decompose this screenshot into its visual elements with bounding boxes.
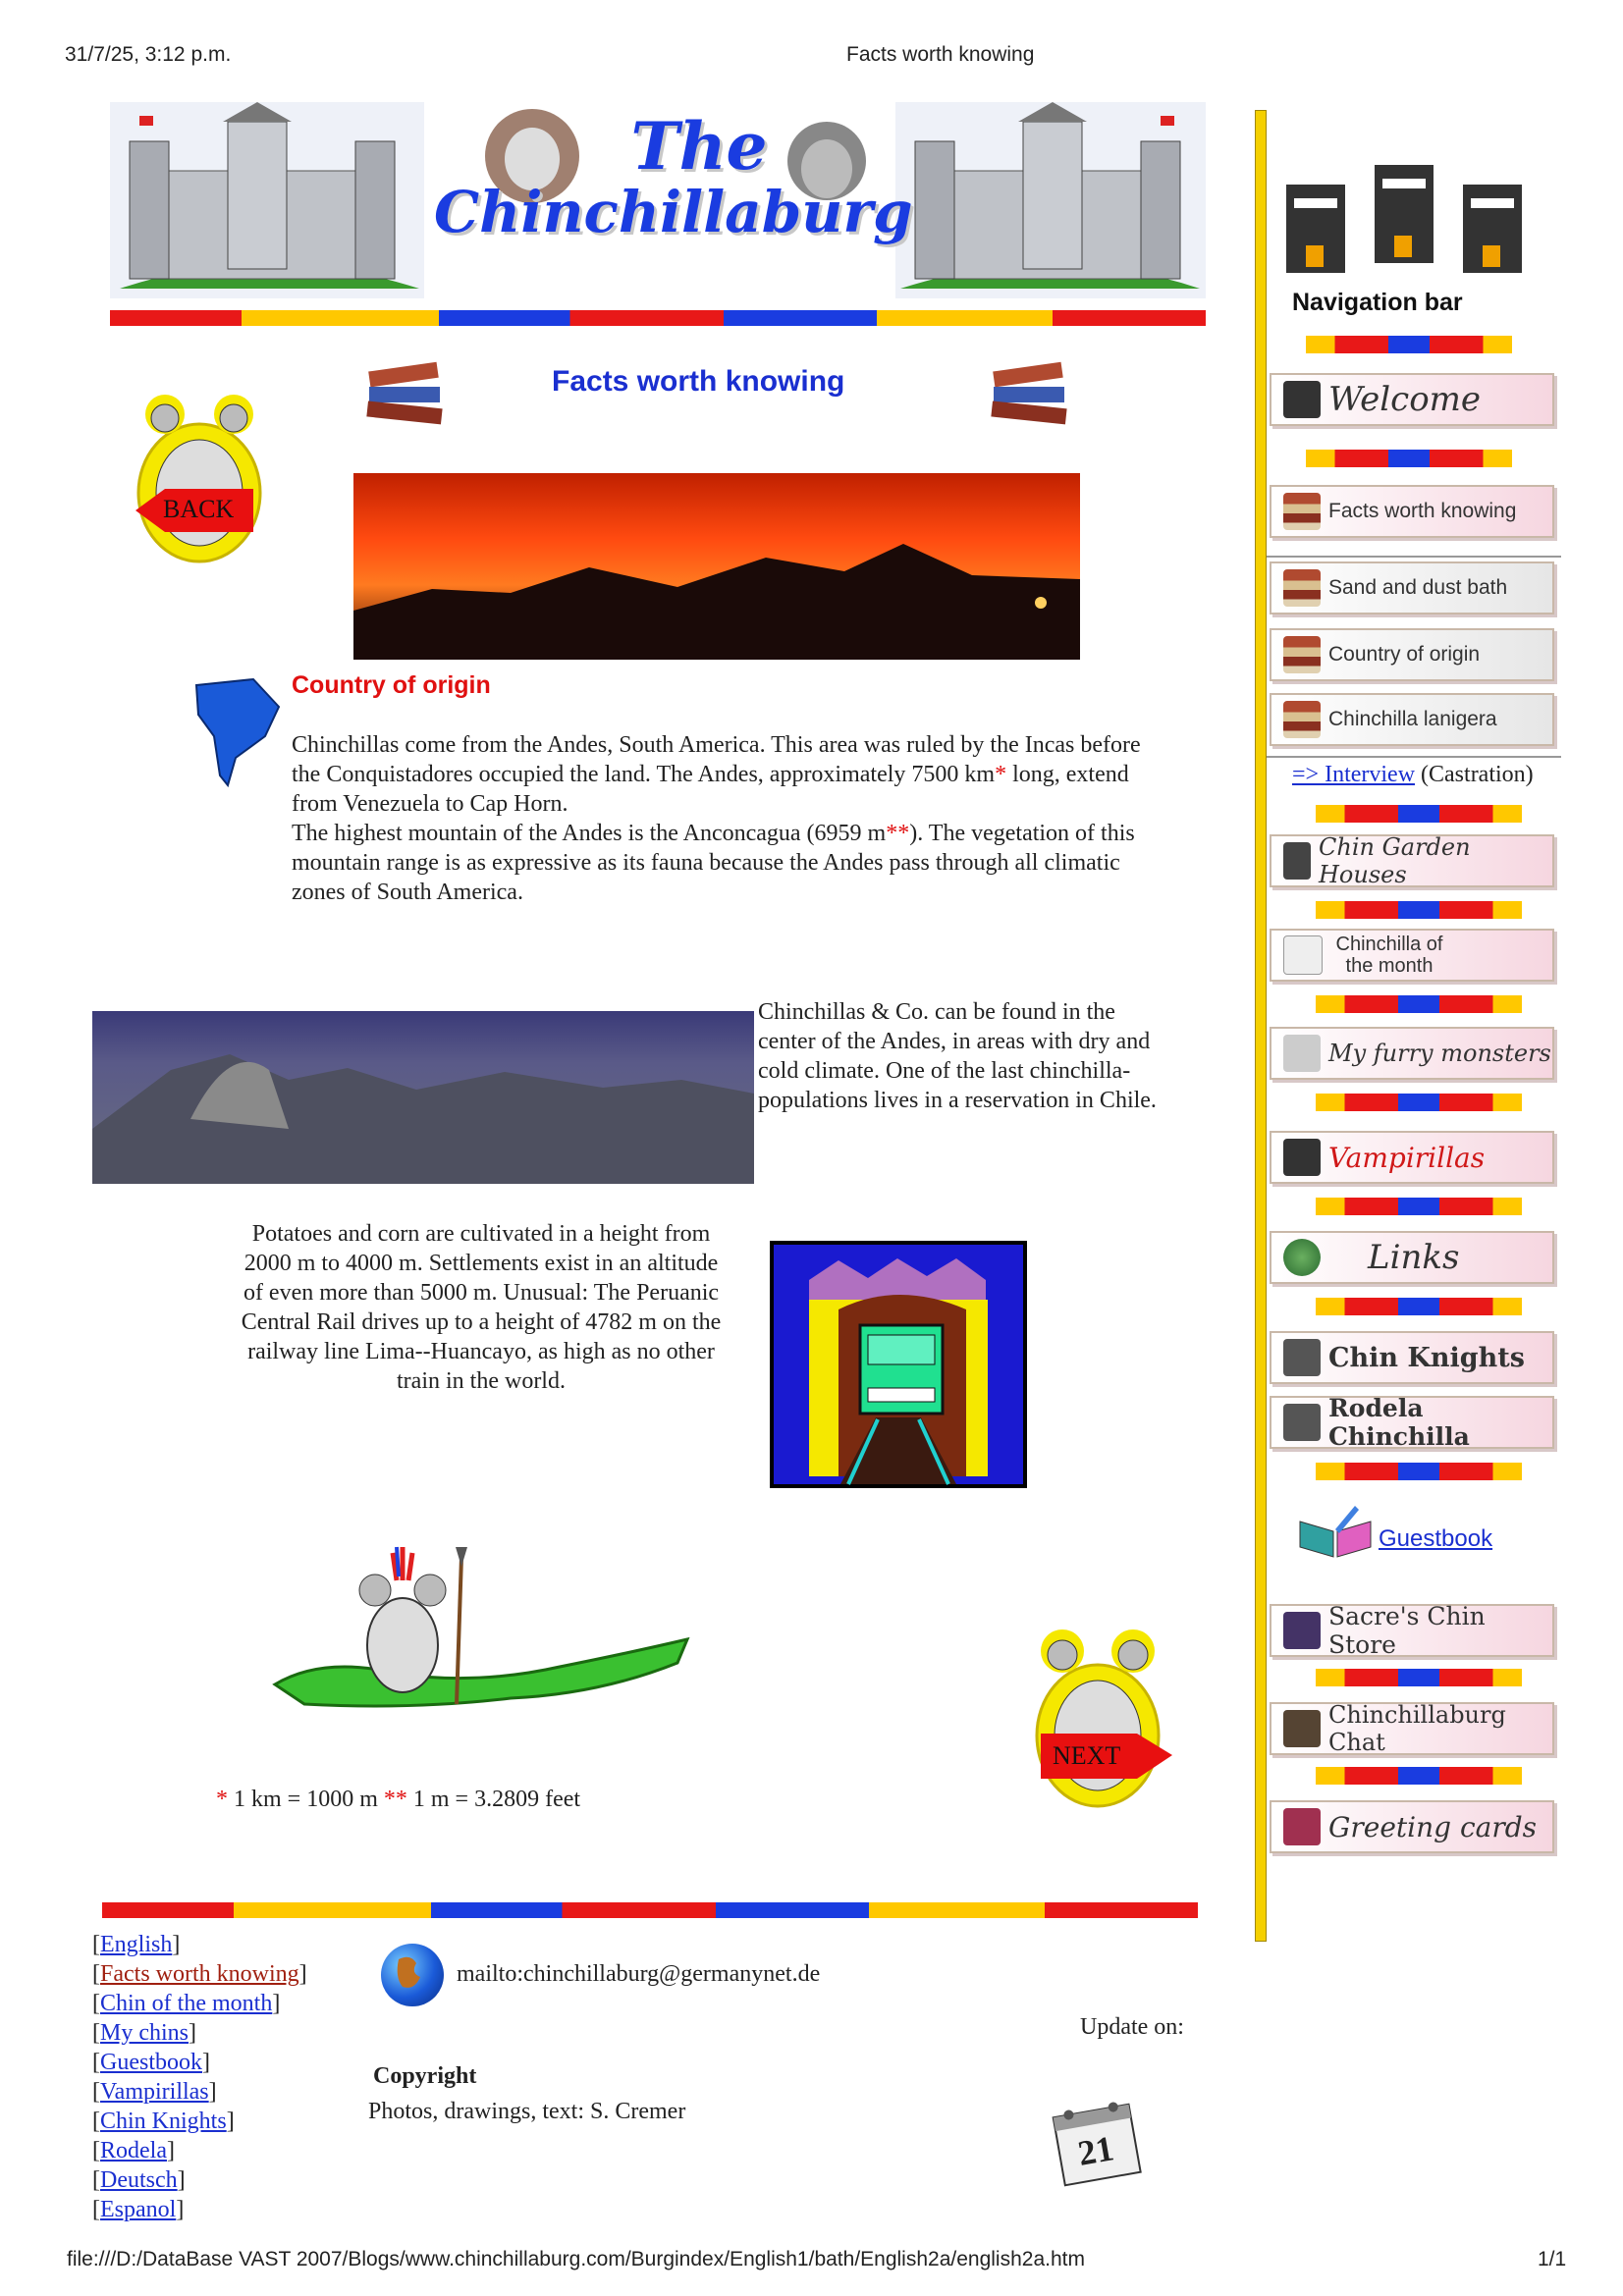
origin-paragraph: Chinchillas come from the Andes, South A… <box>292 732 1141 905</box>
nav-greeting-cards[interactable]: Greeting cards <box>1270 1800 1554 1853</box>
open-book-icon <box>1296 1502 1375 1561</box>
footer-link-chin-knights[interactable]: Chin Knights <box>100 2109 227 2134</box>
back-button[interactable]: BACK <box>116 385 283 567</box>
contact-email[interactable]: mailto:chinchillaburg@germanynet.de <box>457 1961 820 1988</box>
footer-language-links: [English] [Facts worth knowing] [Chin of… <box>92 1932 307 2222</box>
nav-yellow-rail <box>1255 110 1267 1942</box>
nav-rodela-chinchilla[interactable]: Rodela Chinchilla <box>1270 1394 1554 1451</box>
nav-chinchillaburg-chat[interactable]: Chinchillaburg Chat <box>1270 1701 1554 1756</box>
nav-interview: => Interview (Castration) <box>1292 762 1534 787</box>
books-icon-left <box>361 357 450 434</box>
nav-divider <box>1316 1669 1522 1686</box>
altitude-paragraph: Potatoes and corn are cultivated in a he… <box>241 1221 722 1394</box>
next-button[interactable]: NEXT <box>1011 1622 1188 1814</box>
header-banner: The Chinchillaburg <box>110 102 1206 303</box>
nav-sacres-chin-store[interactable]: Sacre's Chin Store <box>1270 1602 1554 1659</box>
globe-icon <box>1283 1239 1321 1276</box>
footer-link-facts[interactable]: Facts worth knowing <box>100 1961 299 1987</box>
nav-sand-bath[interactable]: Sand and dust bath <box>1270 561 1554 614</box>
chat-castle-icon <box>1283 1710 1321 1747</box>
nav-divider <box>1316 1094 1522 1111</box>
nav-my-furry-monsters[interactable]: My furry monsters <box>1270 1027 1554 1080</box>
section-title: Country of origin <box>292 671 491 699</box>
nav-divider <box>1316 1767 1522 1785</box>
andes-sunset-photo <box>353 473 1080 660</box>
chinchilla-icon <box>1283 935 1323 975</box>
interview-link[interactable]: => Interview <box>1292 762 1415 787</box>
nav-divider <box>1316 805 1522 823</box>
print-url: file:///D:/DataBase VAST 2007/Blogs/www.… <box>67 2248 1085 2270</box>
nav-welcome[interactable]: Welcome <box>1270 373 1554 426</box>
copyright-title: Copyright <box>373 2063 477 2089</box>
nav-title: Navigation bar <box>1292 289 1463 316</box>
quill-card-icon <box>1283 1808 1321 1845</box>
books-icon <box>1283 636 1321 673</box>
house-icon <box>1283 842 1311 880</box>
shield-sword-icon <box>1283 1404 1321 1441</box>
chinchilla-next-icon <box>1035 1629 1172 1808</box>
nav-chin-garden-houses[interactable]: Chin Garden Houses <box>1270 833 1554 888</box>
footnote: * 1 km = 1000 m ** 1 m = 3.2809 feet <box>216 1787 581 1812</box>
nav-separator <box>1267 756 1561 758</box>
calendar-day: 21 <box>1074 2128 1117 2173</box>
footer-link-vampirillas[interactable]: Vampirillas <box>100 2079 209 2105</box>
footer-link-rodela[interactable]: Rodela <box>100 2138 167 2163</box>
crossed-swords-icon <box>1283 1339 1321 1376</box>
nav-guestbook-link[interactable]: Guestbook <box>1379 1525 1492 1553</box>
nav-divider <box>1316 1198 1522 1215</box>
andes-mountain-photo <box>92 1011 754 1184</box>
south-america-map-icon <box>177 667 285 789</box>
books-icon <box>1283 701 1321 738</box>
nav-divider <box>1306 450 1512 467</box>
nav-links[interactable]: Links <box>1270 1231 1554 1284</box>
logo-chinchillaburg: Chinchillaburg <box>434 179 913 245</box>
nav-country-of-origin[interactable]: Country of origin <box>1270 628 1554 681</box>
habitat-paragraph: Chinchillas & Co. can be found in the ce… <box>758 999 1157 1113</box>
chinchilla-chile-illustration <box>265 1537 697 1724</box>
nav-chinchilla-of-month[interactable]: Chinchilla of the month <box>1270 929 1554 982</box>
books-icon <box>1283 569 1321 607</box>
logo-the: The <box>630 108 768 185</box>
footer-link-chin-of-month[interactable]: Chin of the month <box>100 1991 272 2016</box>
chinchilla-photo-icon <box>1283 1035 1321 1072</box>
tower-icon <box>1283 381 1321 418</box>
nav-divider <box>1316 901 1522 919</box>
books-icon-right <box>986 357 1074 434</box>
globe-mail-icon[interactable] <box>381 1944 444 2006</box>
nav-divider <box>1306 336 1512 353</box>
update-label: Update on: <box>1080 2014 1184 2040</box>
back-label: BACK <box>163 495 235 523</box>
train-illustration <box>770 1241 1027 1488</box>
nav-separator <box>1267 556 1561 558</box>
nav-vampirillas[interactable]: Vampirillas <box>1270 1131 1554 1184</box>
store-castle-icon <box>1283 1612 1321 1649</box>
nav-divider <box>1316 995 1522 1013</box>
print-datetime: 31/7/25, 3:12 p.m. <box>65 43 232 66</box>
castle-towers-icon <box>1276 165 1542 281</box>
print-page-number: 1/1 <box>1538 2248 1567 2270</box>
copyright-text: Photos, drawings, text: S. Cremer <box>368 2099 686 2124</box>
print-title: Facts worth knowing <box>846 43 1035 66</box>
footer-link-espanol[interactable]: Espanol <box>100 2197 176 2222</box>
banner-divider <box>110 310 1206 326</box>
nav-facts[interactable]: Facts worth knowing <box>1270 485 1554 538</box>
next-label: NEXT <box>1053 1741 1121 1770</box>
calendar-icon: 21 <box>1045 2097 1149 2191</box>
footer-link-my-chins[interactable]: My chins <box>100 2020 189 2046</box>
nav-divider <box>1316 1298 1522 1315</box>
footer-link-english[interactable]: English <box>100 1932 172 1957</box>
footer-divider <box>102 1902 1198 1918</box>
chinchilla-back-icon <box>135 395 262 563</box>
nav-chin-knights[interactable]: Chin Knights <box>1270 1331 1554 1384</box>
page-title: Facts worth knowing <box>552 365 845 398</box>
footer-link-deutsch[interactable]: Deutsch <box>100 2167 178 2193</box>
nav-divider <box>1316 1463 1522 1480</box>
books-icon <box>1283 493 1321 530</box>
nav-chinchilla-lanigera[interactable]: Chinchilla lanigera <box>1270 693 1554 746</box>
castle-icon <box>1283 1139 1321 1176</box>
footer-link-guestbook[interactable]: Guestbook <box>100 2050 202 2075</box>
